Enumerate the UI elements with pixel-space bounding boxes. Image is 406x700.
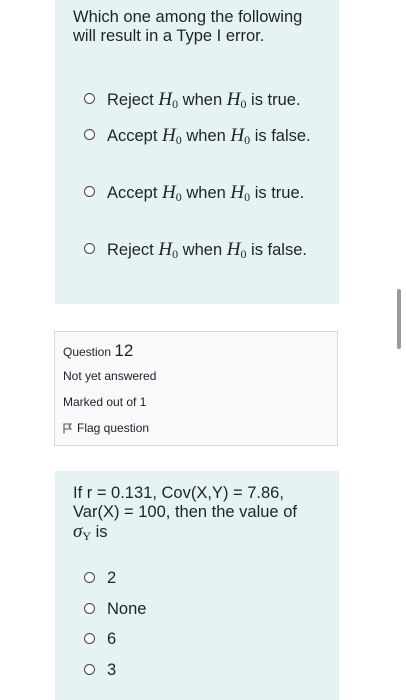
question-status: Not yet answered [63, 369, 157, 383]
option-label: 2 [107, 569, 117, 587]
question-number: Question 12 [63, 341, 134, 360]
question-11-text: Which one among the following will resul… [73, 8, 303, 45]
scrollbar-thumb[interactable] [397, 289, 401, 349]
sigma-symbol: σY [73, 521, 92, 543]
option-label: 6 [107, 630, 117, 648]
radio-button-icon[interactable] [84, 243, 95, 254]
flag-icon[interactable] [63, 423, 73, 437]
option-label: Accept H0 when H0 is false. [107, 125, 311, 147]
question-11-card: Which one among the following will resul… [55, 0, 339, 304]
option-label: 3 [107, 661, 117, 679]
radio-button-icon[interactable] [84, 664, 95, 675]
radio-button-icon[interactable] [84, 572, 95, 583]
option-label: Accept H0 when H0 is true. [107, 182, 305, 204]
radio-button-icon[interactable] [84, 603, 95, 614]
option-label: Reject H0 when H0 is false. [107, 239, 307, 261]
flag-question-link[interactable]: Flag question [63, 421, 149, 437]
question-info-panel: Question 12 Not yet answered Marked out … [54, 331, 338, 446]
option-label: Reject H0 when H0 is true. [107, 89, 301, 111]
radio-button-icon[interactable] [84, 129, 95, 140]
radio-button-icon[interactable] [84, 93, 95, 104]
radio-button-icon[interactable] [84, 186, 95, 197]
option-label: None [107, 600, 147, 618]
radio-button-icon[interactable] [84, 633, 95, 644]
question-12-text: If r = 0.131, Cov(X,Y) = 7.86, Var(X) = … [73, 484, 297, 543]
question-marks: Marked out of 1 [63, 395, 147, 409]
question-12-card: If r = 0.131, Cov(X,Y) = 7.86, Var(X) = … [55, 471, 339, 700]
